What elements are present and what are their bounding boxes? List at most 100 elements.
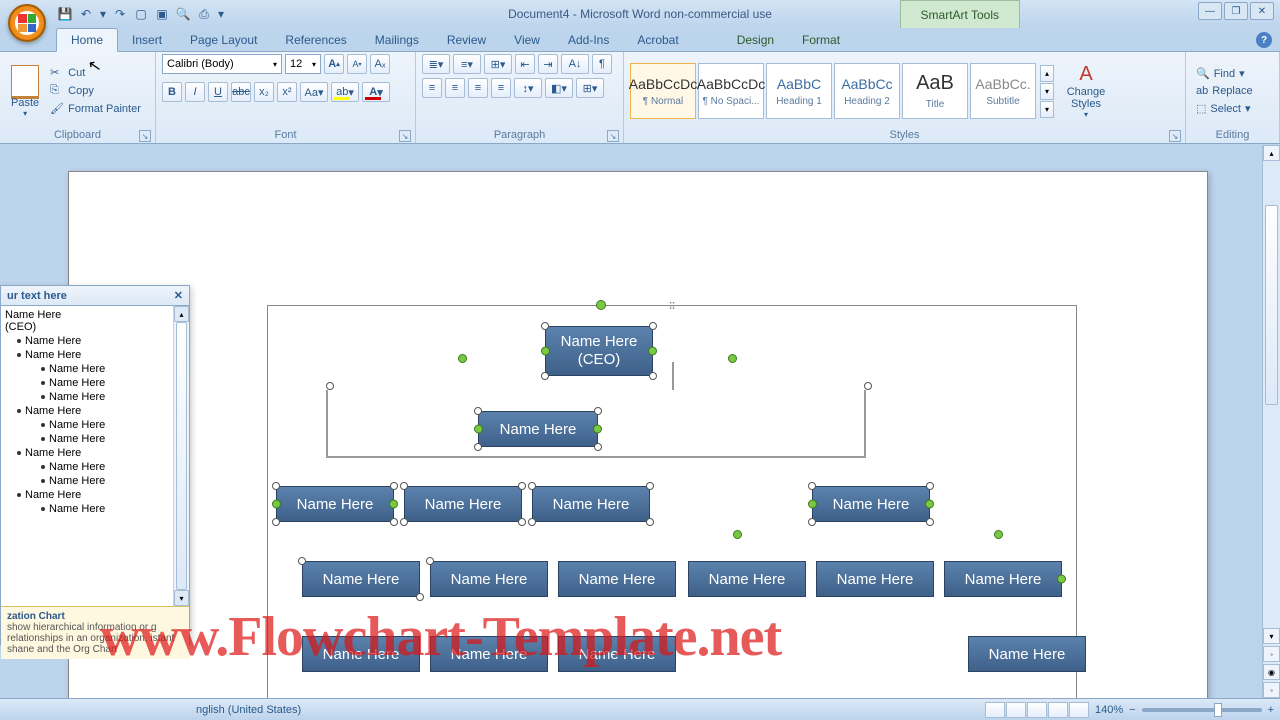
font-color-button[interactable]: A▾ xyxy=(362,82,390,102)
browse-object-icon[interactable]: ◉ xyxy=(1263,664,1280,680)
paste-button[interactable]: Paste ▾ xyxy=(6,62,44,121)
subscript-button[interactable]: x₂ xyxy=(254,82,274,102)
change-case-button[interactable]: Aa▾ xyxy=(300,82,328,102)
text-pane-close-icon[interactable]: ✕ xyxy=(174,289,183,302)
align-center-button[interactable]: ≡ xyxy=(445,78,465,98)
decrease-indent-button[interactable]: ⇤ xyxy=(515,54,535,74)
qat-new-icon[interactable]: ▢ xyxy=(132,5,150,23)
tab-insert[interactable]: Insert xyxy=(118,29,176,51)
qat-open-icon[interactable]: ▣ xyxy=(153,5,171,23)
borders-button[interactable]: ⊞▾ xyxy=(576,78,604,98)
tab-acrobat[interactable]: Acrobat xyxy=(623,29,692,51)
text-pane-item[interactable]: Name Here xyxy=(5,460,185,474)
tab-page-layout[interactable]: Page Layout xyxy=(176,29,271,51)
org-node[interactable]: Name Here xyxy=(430,561,548,597)
tab-design[interactable]: Design xyxy=(723,29,788,51)
text-pane-item[interactable]: Name Here xyxy=(5,376,185,390)
qat-redo-icon[interactable]: ↷ xyxy=(111,5,129,23)
org-node[interactable]: Name Here xyxy=(404,486,522,522)
zoom-in-icon[interactable]: + xyxy=(1268,704,1274,716)
align-left-button[interactable]: ≡ xyxy=(422,78,442,98)
next-page-icon[interactable]: ◦ xyxy=(1263,682,1280,698)
org-node-assistant[interactable]: Name Here xyxy=(478,411,598,447)
multilevel-button[interactable]: ⊞▾ xyxy=(484,54,512,74)
styles-scroll-up-icon[interactable]: ▴ xyxy=(1040,65,1054,82)
clipboard-launcher-icon[interactable]: ↘ xyxy=(139,130,151,142)
tab-home[interactable]: Home xyxy=(56,28,118,52)
shading-button[interactable]: ◧▾ xyxy=(545,78,573,98)
styles-launcher-icon[interactable]: ↘ xyxy=(1169,130,1181,142)
underline-button[interactable]: U xyxy=(208,82,228,102)
sort-button[interactable]: A↓ xyxy=(561,54,589,74)
text-pane-scrollbar[interactable]: ▴ ▾ xyxy=(173,306,189,606)
style-normal[interactable]: AaBbCcDc¶ Normal xyxy=(630,63,696,119)
zoom-out-icon[interactable]: − xyxy=(1129,704,1135,716)
qat-undo-icon[interactable]: ↶ xyxy=(77,5,95,23)
qat-customize-icon[interactable]: ▾ xyxy=(216,5,226,23)
tab-view[interactable]: View xyxy=(500,29,554,51)
scroll-up-icon[interactable]: ▴ xyxy=(174,306,189,322)
view-fullscreen-icon[interactable] xyxy=(1006,702,1026,718)
format-painter-button[interactable]: 🖌Format Painter xyxy=(48,101,143,117)
strike-button[interactable]: abc xyxy=(231,82,251,102)
superscript-button[interactable]: x² xyxy=(277,82,297,102)
scroll-thumb[interactable] xyxy=(1265,205,1278,405)
close-button[interactable]: ✕ xyxy=(1250,2,1274,20)
font-size-combo[interactable]: 12▾ xyxy=(285,54,321,74)
increase-indent-button[interactable]: ⇥ xyxy=(538,54,558,74)
org-node[interactable]: Name Here xyxy=(302,636,420,672)
tab-addins[interactable]: Add-Ins xyxy=(554,29,623,51)
highlight-button[interactable]: ab▾ xyxy=(331,82,359,102)
org-node[interactable]: Name Here xyxy=(558,561,676,597)
copy-button[interactable]: ⎘Copy xyxy=(48,83,143,99)
tab-references[interactable]: References xyxy=(271,29,360,51)
maximize-button[interactable]: ❐ xyxy=(1224,2,1248,20)
text-pane-item[interactable]: Name Here xyxy=(5,390,185,404)
help-icon[interactable]: ? xyxy=(1256,32,1272,48)
scroll-down-icon[interactable]: ▾ xyxy=(174,590,189,606)
view-outline-icon[interactable] xyxy=(1048,702,1068,718)
qat-print-icon[interactable]: ⎙ xyxy=(195,5,213,23)
org-node[interactable]: Name Here xyxy=(532,486,650,522)
org-node[interactable]: Name Here xyxy=(558,636,676,672)
bullets-button[interactable]: ≣▾ xyxy=(422,54,450,74)
text-pane-item[interactable]: Name Here xyxy=(5,488,185,502)
smartart-graphic[interactable]: ⠿ Name Here(CEO) Name Here xyxy=(267,305,1077,698)
line-spacing-button[interactable]: ↕▾ xyxy=(514,78,542,98)
org-node[interactable]: Name Here xyxy=(276,486,394,522)
qat-preview-icon[interactable]: 🔍 xyxy=(174,5,192,23)
prev-page-icon[interactable]: ◦ xyxy=(1263,646,1280,662)
styles-scroll-down-icon[interactable]: ▾ xyxy=(1040,83,1054,100)
minimize-button[interactable]: — xyxy=(1198,2,1222,20)
italic-button[interactable]: I xyxy=(185,82,205,102)
change-styles-button[interactable]: A Change Styles ▾ xyxy=(1062,63,1110,119)
office-button[interactable] xyxy=(8,4,46,42)
zoom-level[interactable]: 140% xyxy=(1095,704,1123,716)
shrink-font-icon[interactable]: A▾ xyxy=(347,54,367,74)
qat-save-icon[interactable]: 💾 xyxy=(56,5,74,23)
org-node[interactable]: Name Here xyxy=(944,561,1062,597)
text-pane-item[interactable]: Name Here xyxy=(5,432,185,446)
show-marks-button[interactable]: ¶ xyxy=(592,54,612,74)
qat-undo-dropdown-icon[interactable]: ▾ xyxy=(98,5,108,23)
page[interactable]: ⠿ Name Here(CEO) Name Here xyxy=(68,171,1208,698)
text-pane-item[interactable]: Name Here xyxy=(5,348,185,362)
tab-mailings[interactable]: Mailings xyxy=(361,29,433,51)
styles-gallery[interactable]: AaBbCcDc¶ Normal AaBbCcDc¶ No Spaci... A… xyxy=(630,63,1054,119)
paragraph-launcher-icon[interactable]: ↘ xyxy=(607,130,619,142)
scroll-down-icon[interactable]: ▾ xyxy=(1263,628,1280,644)
align-right-button[interactable]: ≡ xyxy=(468,78,488,98)
vertical-scrollbar[interactable]: ▴ ▾ ◦ ◉ ◦ xyxy=(1262,145,1280,698)
text-pane-list[interactable]: Name Here (CEO) Name HereName HereName H… xyxy=(1,306,189,518)
numbering-button[interactable]: ≡▾ xyxy=(453,54,481,74)
text-pane-item[interactable]: Name Here xyxy=(5,446,185,460)
view-web-icon[interactable] xyxy=(1027,702,1047,718)
style-nospacing[interactable]: AaBbCcDc¶ No Spaci... xyxy=(698,63,764,119)
replace-button[interactable]: abReplace xyxy=(1192,84,1257,98)
style-heading1[interactable]: AaBbCHeading 1 xyxy=(766,63,832,119)
bold-button[interactable]: B xyxy=(162,82,182,102)
cut-button[interactable]: ✂Cut xyxy=(48,65,143,81)
smartart-text-pane[interactable]: ur text here ✕ Name Here (CEO) Name Here… xyxy=(0,285,190,645)
org-node[interactable]: Name Here xyxy=(816,561,934,597)
view-draft-icon[interactable] xyxy=(1069,702,1089,718)
